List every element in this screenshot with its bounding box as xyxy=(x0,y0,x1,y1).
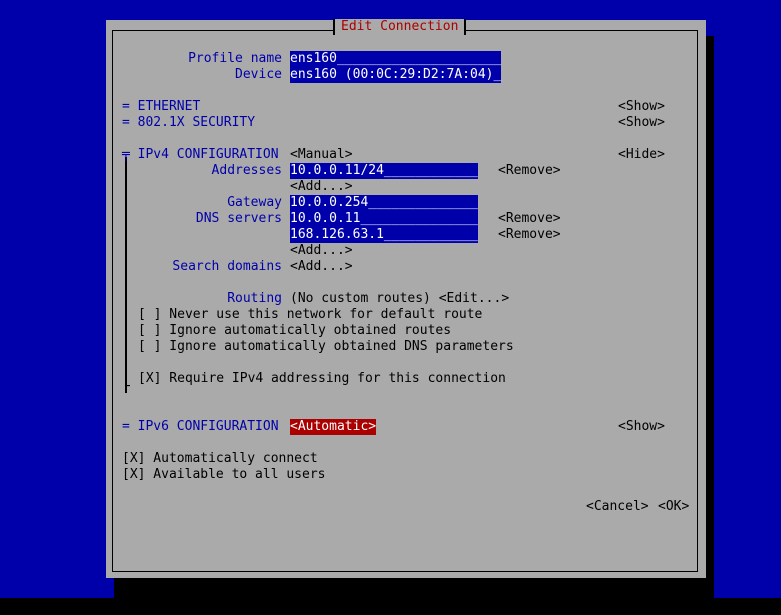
dns-servers-label: DNS servers xyxy=(195,211,282,226)
remove-address-button[interactable]: <Remove> xyxy=(498,163,561,179)
ignore-dns-checkbox[interactable]: [ ] Ignore automatically obtained DNS pa… xyxy=(138,339,514,355)
ipv4-section-bottom: └ xyxy=(122,379,130,394)
dialog-title: Edit Connection xyxy=(333,19,467,35)
ipv4-hide-button[interactable]: <Hide> xyxy=(618,147,665,163)
remove-dns-1-button[interactable]: <Remove> xyxy=(498,211,561,227)
security-section-label: = 802.1X SECURITY xyxy=(122,115,256,130)
gateway-label: Gateway xyxy=(227,195,282,210)
never-default-route-checkbox[interactable]: [ ] Never use this network for default r… xyxy=(138,307,482,323)
dns-input-1[interactable]: 10.0.0.11_______________ xyxy=(290,211,478,227)
routing-edit-button[interactable]: (No custom routes) <Edit...> xyxy=(290,291,509,307)
dns-input-2[interactable]: 168.126.63.1____________ xyxy=(290,227,478,243)
remove-dns-2-button[interactable]: <Remove> xyxy=(498,227,561,243)
ipv4-section-label: ╤ IPv4 CONFIGURATION xyxy=(122,147,279,162)
ipv6-mode-dropdown[interactable]: <Automatic> xyxy=(290,419,377,435)
cancel-button[interactable]: <Cancel> xyxy=(586,499,649,515)
ethernet-show-button[interactable]: <Show> xyxy=(618,99,665,115)
ok-button[interactable]: <OK> xyxy=(658,499,689,515)
address-input-1[interactable]: 10.0.0.11/24____________ xyxy=(290,163,478,179)
ignore-routes-checkbox[interactable]: [ ] Ignore automatically obtained routes xyxy=(138,323,451,339)
gateway-input[interactable]: 10.0.0.254______________ xyxy=(290,195,478,211)
search-domains-label: Search domains xyxy=(172,259,282,274)
add-search-domain-button[interactable]: <Add...> xyxy=(290,259,353,275)
security-show-button[interactable]: <Show> xyxy=(618,115,665,131)
ipv6-section-label: = IPv6 CONFIGURATION xyxy=(122,419,279,434)
ipv4-mode-dropdown[interactable]: <Manual> xyxy=(290,147,353,163)
ipv6-show-button[interactable]: <Show> xyxy=(618,419,665,435)
routing-label: Routing xyxy=(227,291,282,306)
require-ipv4-checkbox[interactable]: [X] Require IPv4 addressing for this con… xyxy=(138,371,506,387)
ethernet-section-label: = ETHERNET xyxy=(122,99,201,114)
profile-name-label: Profile name xyxy=(188,51,282,66)
add-address-button[interactable]: <Add...> xyxy=(290,179,353,195)
add-dns-button[interactable]: <Add...> xyxy=(290,243,353,259)
device-input[interactable]: ens160 (00:0C:29:D2:7A:04)_ xyxy=(290,67,502,83)
profile-name-input[interactable]: ens160_____________________ xyxy=(290,51,502,67)
ipv4-section-bar xyxy=(125,157,127,393)
addresses-label: Addresses xyxy=(211,163,282,178)
all-users-checkbox[interactable]: [X] Available to all users xyxy=(122,467,326,483)
auto-connect-checkbox[interactable]: [X] Automatically connect xyxy=(122,451,318,467)
device-label: Device xyxy=(235,67,282,82)
